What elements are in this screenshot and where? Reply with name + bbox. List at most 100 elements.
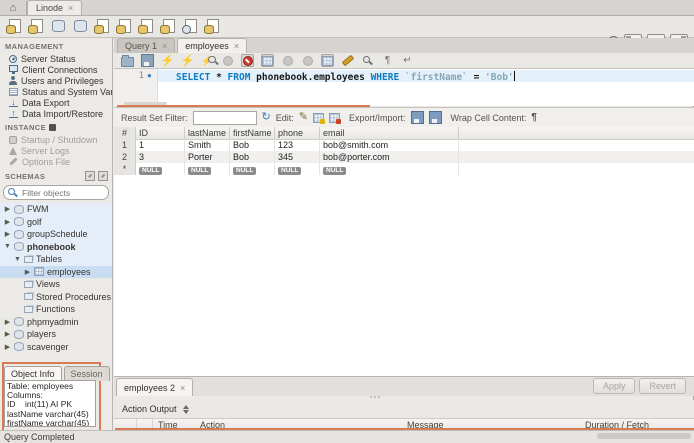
schema-node-phonebook[interactable]: ▼ phonebook <box>0 240 112 253</box>
sidebar-item-options-file[interactable]: Options File <box>0 156 112 167</box>
editor-hscrollbar-thumb[interactable] <box>124 102 167 105</box>
toggle-wrap-icon[interactable]: ↵ <box>401 54 414 67</box>
cell-phone[interactable]: 345 <box>275 151 320 163</box>
sidebar-item-client-connections[interactable]: Client Connections <box>0 64 112 75</box>
sidebar-item-users-privileges[interactable]: Users and Privileges <box>0 75 112 86</box>
tab-object-info[interactable]: Object Info <box>4 366 62 381</box>
cell-null[interactable]: NULL <box>136 163 185 175</box>
toggle-autocommit-icon[interactable] <box>321 54 334 67</box>
chevron-down-icon[interactable]: ▼ <box>14 256 21 263</box>
tree-node-functions[interactable]: Functions <box>0 303 112 316</box>
cell-null[interactable]: NULL <box>320 163 459 175</box>
tree-node-stored-procedures[interactable]: Stored Procedures <box>0 291 112 304</box>
table-row[interactable]: 1 1 Smith Bob 123 bob@smith.com <box>114 139 694 151</box>
close-icon[interactable]: × <box>234 41 239 51</box>
chevron-right-icon[interactable]: ▶ <box>4 318 11 326</box>
tree-node-views[interactable]: Views <box>0 278 112 291</box>
chevron-right-icon[interactable]: ▶ <box>4 230 11 238</box>
commit-icon[interactable] <box>281 54 294 67</box>
save-script-icon[interactable] <box>141 54 154 67</box>
sidebar-item-server-logs[interactable]: Server Logs <box>0 145 112 156</box>
schema-node-fwm[interactable]: ▶ FWM <box>0 203 112 216</box>
column-header-email[interactable]: email <box>320 127 459 139</box>
insert-row-icon[interactable] <box>312 112 325 124</box>
new-sql-tab-icon[interactable] <box>6 19 21 34</box>
sidebar-item-data-export[interactable]: ↓ Data Export <box>0 97 112 108</box>
create-table-icon[interactable] <box>72 19 87 34</box>
hscrollbar-thumb[interactable] <box>597 433 691 439</box>
column-header-lastname[interactable]: lastName <box>185 127 230 139</box>
sidebar-item-server-status[interactable]: Server Status <box>0 53 112 64</box>
toggle-stop-on-error-icon[interactable] <box>241 54 254 67</box>
tree-node-employees[interactable]: ▶ employees <box>0 265 112 278</box>
refresh-schemas-icon[interactable] <box>98 171 108 181</box>
apply-button[interactable]: Apply <box>592 378 636 394</box>
cell-phone[interactable]: 123 <box>275 139 320 151</box>
schema-node-groupschedule[interactable]: ▶ groupSchedule <box>0 228 112 241</box>
column-header-phone[interactable]: phone <box>275 127 320 139</box>
refresh-icon[interactable]: ↻ <box>262 112 271 123</box>
cell-lastname[interactable]: Smith <box>185 139 230 151</box>
export-recordset-icon[interactable] <box>410 111 424 124</box>
schema-node-scavenger[interactable]: ▶ scavenger <box>0 341 112 354</box>
import-records-icon[interactable] <box>428 111 442 124</box>
output-column-time[interactable]: Time <box>158 420 178 430</box>
schema-node-golf[interactable]: ▶ golf <box>0 215 112 228</box>
column-header-num[interactable]: # <box>114 127 136 139</box>
chevron-right-icon[interactable]: ▶ <box>4 205 11 213</box>
explain-icon[interactable]: ⚡ <box>201 54 216 67</box>
action-output-selector[interactable]: Action Output <box>122 404 189 414</box>
cell-firstname[interactable]: Bob <box>230 151 275 163</box>
cell-id[interactable]: 3 <box>136 151 185 163</box>
sql-code-line[interactable]: SELECT * FROM phonebook.employees WHERE … <box>176 71 515 83</box>
create-schema-icon[interactable] <box>50 19 65 34</box>
stop-icon[interactable] <box>221 54 234 67</box>
splitter-grip[interactable] <box>370 396 380 398</box>
create-stored-procedure-icon[interactable] <box>116 19 131 34</box>
revert-button[interactable]: Revert <box>639 378 686 394</box>
edit-record-icon[interactable]: ✎ <box>299 112 308 123</box>
chevron-right-icon[interactable]: ▶ <box>4 343 11 351</box>
execute-icon[interactable]: ⚡ <box>161 54 175 67</box>
create-view-icon[interactable] <box>94 19 109 34</box>
rollback-icon[interactable] <box>301 54 314 67</box>
instance-actions-icon[interactable] <box>48 124 56 131</box>
column-header-id[interactable]: ID <box>136 127 185 139</box>
sql-editor[interactable]: 1 ● SELECT * FROM phonebook.employees WH… <box>114 68 694 106</box>
table-row-new[interactable]: * NULL NULL NULL NULL NULL <box>114 163 694 175</box>
cell-id[interactable]: 1 <box>136 139 185 151</box>
cell-null[interactable]: NULL <box>275 163 320 175</box>
tree-node-tables[interactable]: ▼ Tables <box>0 253 112 266</box>
find-icon[interactable] <box>361 54 374 67</box>
tab-session[interactable]: Session <box>63 366 110 381</box>
result-filter-input[interactable] <box>192 110 257 125</box>
create-function-icon[interactable] <box>138 19 153 34</box>
table-row[interactable]: 2 3 Porter Bob 345 bob@porter.com <box>114 151 694 163</box>
close-icon[interactable]: × <box>180 383 185 393</box>
cell-email[interactable]: bob@porter.com <box>320 151 459 163</box>
sidebar-item-data-import[interactable]: ↑ Data Import/Restore <box>0 108 112 119</box>
sidebar-item-startup-shutdown[interactable]: Startup / Shutdown <box>0 134 112 145</box>
search-table-data-icon[interactable] <box>182 19 197 34</box>
chevron-down-icon[interactable]: ▼ <box>4 243 11 250</box>
column-header-firstname[interactable]: firstName <box>230 127 275 139</box>
cell-firstname[interactable]: Bob <box>230 139 275 151</box>
tab-employees[interactable]: employees × <box>177 38 248 53</box>
create-trigger-icon[interactable] <box>160 19 175 34</box>
close-icon[interactable]: × <box>68 3 73 13</box>
home-tab[interactable]: ⌂ <box>0 1 27 15</box>
limit-rows-icon[interactable] <box>261 54 274 67</box>
cell-email[interactable]: bob@smith.com <box>320 139 459 151</box>
chevron-right-icon[interactable]: ▶ <box>4 218 11 226</box>
schema-node-players[interactable]: ▶ players <box>0 328 112 341</box>
tab-query-1[interactable]: Query 1 × <box>117 38 176 53</box>
execute-current-statement-icon[interactable]: ⚡ <box>181 54 195 67</box>
cell-null[interactable]: NULL <box>185 163 230 175</box>
spinner-icon[interactable] <box>182 404 189 414</box>
output-column-action[interactable]: Action <box>200 420 225 430</box>
output-column-message[interactable]: Message <box>407 420 444 430</box>
chevron-right-icon[interactable]: ▶ <box>4 330 11 338</box>
cell-null[interactable]: NULL <box>230 163 275 175</box>
connection-tab-linode[interactable]: Linode × <box>27 0 83 15</box>
schema-node-phpmyadmin[interactable]: ▶ phpmyadmin <box>0 316 112 329</box>
